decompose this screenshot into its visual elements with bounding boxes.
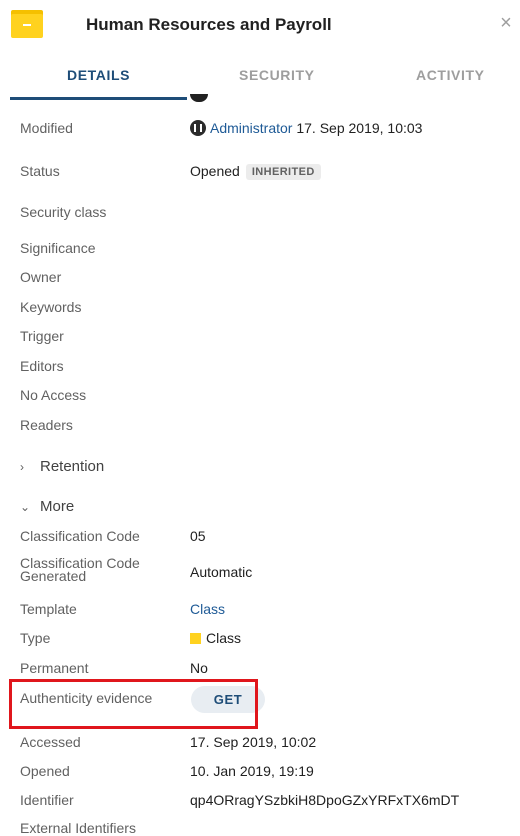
classification-code-value: 05: [190, 528, 206, 544]
retention-label: Retention: [40, 458, 105, 475]
tab-details[interactable]: DETAILS: [67, 67, 130, 83]
status-value: Opened INHERITED: [190, 163, 321, 180]
more-label: More: [40, 498, 75, 515]
active-tab-indicator: [10, 97, 187, 100]
classification-code-generated-label: Classification Code Generated: [20, 556, 140, 584]
user-avatar-icon: [190, 120, 206, 136]
type-value: Class: [190, 630, 241, 646]
tab-security[interactable]: SECURITY: [239, 67, 315, 83]
status-label: Status: [20, 163, 60, 179]
tab-activity[interactable]: ACTIVITY: [416, 67, 485, 83]
retention-section-toggle[interactable]: › Retention: [20, 458, 104, 475]
status-text: Opened: [190, 163, 240, 179]
security-class-label: Security class: [20, 204, 107, 220]
identifier-value: qp4ORragYSzbkiH8DpoGZxYRFxTX6mDT: [190, 792, 460, 808]
more-section-toggle[interactable]: ⌄ More: [20, 498, 74, 515]
readers-label: Readers: [20, 417, 73, 433]
page-title: Human Resources and Payroll: [86, 15, 332, 34]
significance-label: Significance: [20, 240, 96, 256]
folder-icon: [11, 10, 43, 38]
status-badge: INHERITED: [245, 164, 321, 180]
modified-user-link[interactable]: Administrator: [210, 120, 292, 136]
opened-value: 10. Jan 2019, 19:19: [190, 763, 314, 779]
external-identifiers-label: External Identifiers: [20, 820, 136, 836]
modified-date: 17. Sep 2019, 10:03: [296, 120, 423, 136]
label-line-2: Generated: [20, 568, 87, 584]
class-icon: [190, 633, 201, 644]
type-text: Class: [206, 630, 242, 646]
classification-code-generated-value: Automatic: [190, 564, 253, 580]
accessed-label: Accessed: [20, 734, 81, 750]
opened-label: Opened: [20, 763, 70, 779]
permanent-label: Permanent: [20, 660, 89, 676]
template-label: Template: [20, 601, 77, 617]
keywords-label: Keywords: [20, 299, 82, 315]
type-label: Type: [20, 630, 51, 646]
chevron-right-icon: ›: [20, 460, 24, 474]
panel-header: Human Resources and Payroll ×: [0, 0, 520, 50]
classification-code-label: Classification Code: [20, 528, 140, 544]
template-link[interactable]: Class: [190, 601, 225, 617]
permanent-value: No: [190, 660, 208, 676]
accessed-value: 17. Sep 2019, 10:02: [190, 734, 317, 750]
chevron-down-icon: ⌄: [20, 500, 31, 514]
editors-label: Editors: [20, 358, 64, 374]
identifier-label: Identifier: [20, 792, 74, 808]
highlight-annotation: [9, 679, 258, 729]
modified-value: Administrator 17. Sep 2019, 10:03: [190, 120, 422, 136]
no-access-label: No Access: [20, 387, 87, 403]
trigger-label: Trigger: [20, 328, 64, 344]
owner-label: Owner: [20, 269, 62, 285]
scrolled-avatar-fragment: [190, 94, 208, 102]
tab-bar: DETAILS SECURITY ACTIVITY: [0, 50, 520, 102]
close-icon[interactable]: ×: [496, 13, 516, 33]
modified-label: Modified: [20, 120, 73, 136]
